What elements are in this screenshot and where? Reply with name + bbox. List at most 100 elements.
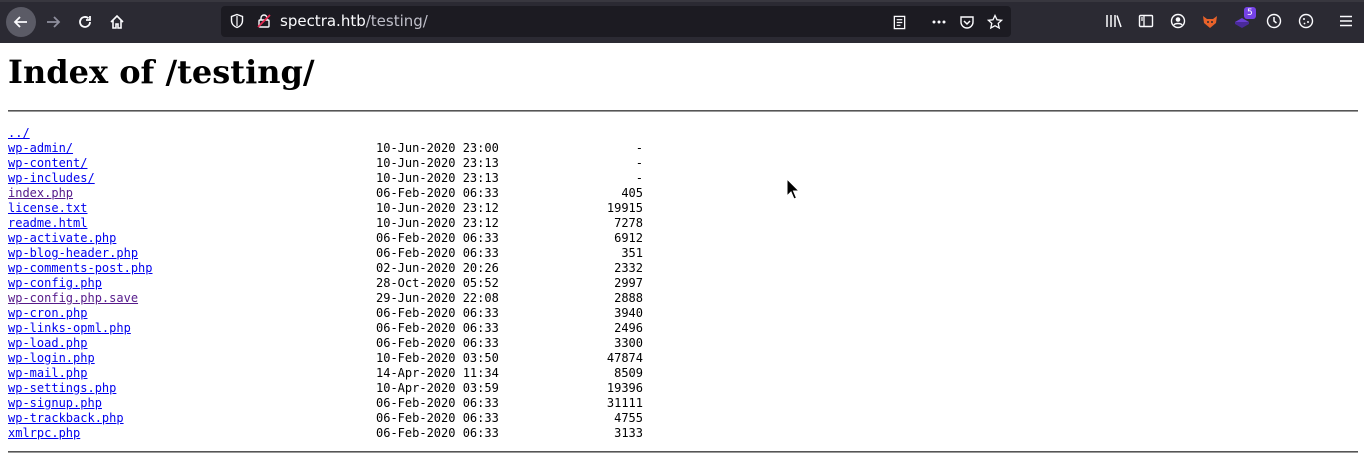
back-button[interactable] <box>6 7 36 37</box>
bookmark-star-icon <box>987 14 1003 30</box>
file-size: 47874 <box>606 351 643 365</box>
file-size: 7278 <box>614 216 643 230</box>
library-button[interactable] <box>1104 11 1124 31</box>
shield-icon[interactable] <box>229 13 245 29</box>
file-size: - <box>635 156 643 170</box>
menu-icon <box>1340 15 1352 27</box>
account-button[interactable] <box>1168 11 1188 31</box>
modified-date: 10-Jun-2020 23:12 <box>376 201 499 215</box>
pocket-icon <box>960 16 974 29</box>
tab-strip-edge <box>0 0 1364 2</box>
file-link[interactable]: wp-blog-header.php <box>8 246 138 261</box>
file-link[interactable]: wp-activate.php <box>8 231 116 246</box>
extension-badge: 5 <box>1244 7 1256 19</box>
modified-date: 06-Feb-2020 06:33 <box>376 321 499 335</box>
modified-date: 14-Apr-2020 11:34 <box>376 366 499 380</box>
sidebar-icon <box>1138 14 1154 28</box>
file-link[interactable]: wp-links-opml.php <box>8 321 131 336</box>
file-size: 3133 <box>614 426 643 440</box>
bookmark-button[interactable] <box>986 13 1004 31</box>
modified-date: 10-Feb-2020 03:50 <box>376 351 499 365</box>
home-button[interactable] <box>102 7 132 37</box>
file-link[interactable]: wp-login.php <box>8 351 95 366</box>
modified-date: 06-Feb-2020 06:33 <box>376 336 499 350</box>
file-link[interactable]: wp-mail.php <box>8 366 87 381</box>
pocket-button[interactable] <box>958 13 976 31</box>
back-icon <box>13 16 27 28</box>
reload-button[interactable] <box>70 7 100 37</box>
modified-date: 10-Apr-2020 03:59 <box>376 381 499 395</box>
file-size: 405 <box>621 186 643 200</box>
file-size: 8509 <box>614 366 643 380</box>
modified-date: 06-Feb-2020 06:33 <box>376 231 499 245</box>
file-size: 2997 <box>614 276 643 290</box>
home-icon <box>110 14 124 29</box>
reader-view-button[interactable] <box>890 13 908 31</box>
mouse-cursor-icon <box>786 178 800 200</box>
file-link[interactable]: ../ <box>8 126 30 141</box>
file-link[interactable]: wp-includes/ <box>8 171 95 186</box>
address-bar[interactable]: spectra.htb/testing/ <box>221 6 1011 37</box>
modified-date: 06-Feb-2020 06:33 <box>376 246 499 260</box>
url-text[interactable]: spectra.htb/testing/ <box>280 12 428 30</box>
file-link[interactable]: index.php <box>8 186 73 201</box>
file-size: 351 <box>621 246 643 260</box>
file-link[interactable]: readme.html <box>8 216 87 231</box>
modified-date: 02-Jun-2020 20:26 <box>376 261 499 275</box>
file-link[interactable]: xmlrpc.php <box>8 426 80 441</box>
url-path: /testing/ <box>365 12 428 30</box>
modified-date: 10-Jun-2020 23:13 <box>376 171 499 185</box>
page-title: Index of /testing/ <box>8 53 315 91</box>
more-icon <box>932 20 946 24</box>
file-link[interactable]: wp-content/ <box>8 156 87 171</box>
file-size: 2496 <box>614 321 643 335</box>
forward-icon <box>47 16 61 28</box>
menu-button[interactable] <box>1336 11 1356 31</box>
cookie-button[interactable] <box>1296 11 1316 31</box>
url-host: spectra.htb <box>280 12 366 30</box>
file-size: 6912 <box>614 231 643 245</box>
foxyproxy-button[interactable] <box>1200 11 1220 31</box>
modified-date: 29-Jun-2020 22:08 <box>376 291 499 305</box>
file-size: - <box>635 171 643 185</box>
file-link[interactable]: wp-settings.php <box>8 381 116 396</box>
forward-button[interactable] <box>38 7 68 37</box>
file-size: 3940 <box>614 306 643 320</box>
reload-icon <box>79 16 91 28</box>
account-icon <box>1170 13 1186 29</box>
file-size: 3300 <box>614 336 643 350</box>
file-size: 4755 <box>614 411 643 425</box>
file-link[interactable]: wp-cron.php <box>8 306 87 321</box>
modified-date: 10-Jun-2020 23:12 <box>376 216 499 230</box>
modified-date: 06-Feb-2020 06:33 <box>376 186 499 200</box>
file-link[interactable]: wp-admin/ <box>8 141 73 156</box>
file-size: 2332 <box>614 261 643 275</box>
cookie-icon <box>1298 13 1314 29</box>
page-actions-button[interactable] <box>930 13 948 31</box>
reader-view-icon <box>893 15 905 29</box>
file-link[interactable]: wp-signup.php <box>8 396 102 411</box>
file-size: 31111 <box>606 396 643 410</box>
file-link[interactable]: license.txt <box>8 201 87 216</box>
file-size: 19915 <box>606 201 643 215</box>
file-size: 2888 <box>614 291 643 305</box>
browser-toolbar: spectra.htb/testing/ 5 <box>0 0 1364 43</box>
file-link[interactable]: wp-config.php <box>8 276 102 291</box>
sidebar-button[interactable] <box>1136 11 1156 31</box>
library-icon <box>1106 15 1122 28</box>
foxyproxy-icon <box>1203 16 1217 28</box>
modified-date: 28-Oct-2020 05:52 <box>376 276 499 290</box>
modified-date: 10-Jun-2020 23:00 <box>376 141 499 155</box>
file-link[interactable]: wp-config.php.save <box>8 291 138 306</box>
modified-date: 10-Jun-2020 23:13 <box>376 156 499 170</box>
file-size: - <box>635 141 643 155</box>
modified-date: 06-Feb-2020 06:33 <box>376 426 499 440</box>
file-size: 19396 <box>606 381 643 395</box>
timer-icon <box>1266 13 1282 29</box>
file-link[interactable]: wp-trackback.php <box>8 411 124 426</box>
timer-button[interactable] <box>1264 11 1284 31</box>
file-link[interactable]: wp-load.php <box>8 336 87 351</box>
file-link[interactable]: wp-comments-post.php <box>8 261 153 276</box>
modified-date: 06-Feb-2020 06:33 <box>376 306 499 320</box>
insecure-lock-icon[interactable] <box>256 13 272 29</box>
